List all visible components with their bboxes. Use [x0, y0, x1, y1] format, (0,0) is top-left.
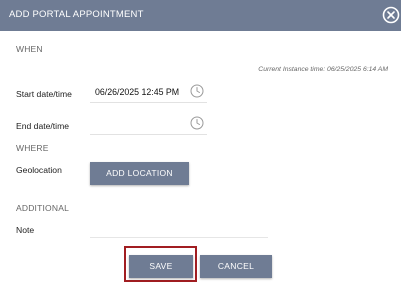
where-section-label: WHERE: [16, 143, 49, 153]
close-icon[interactable]: [382, 6, 400, 24]
add-location-button[interactable]: ADD LOCATION: [90, 162, 189, 185]
end-datetime-input[interactable]: [90, 114, 207, 135]
note-label: Note: [16, 225, 35, 235]
dialog-header: ADD PORTAL APPOINTMENT: [0, 0, 401, 31]
start-datetime-value: 06/26/2025 12:45 PM: [95, 87, 180, 97]
end-datetime-label: End date/time: [16, 121, 70, 131]
note-input[interactable]: [90, 236, 268, 238]
geolocation-label: Geolocation: [16, 165, 62, 175]
when-section-label: WHEN: [16, 44, 43, 54]
additional-section-label: ADDITIONAL: [16, 203, 70, 213]
save-button[interactable]: SAVE: [129, 255, 193, 278]
clock-icon[interactable]: [190, 84, 204, 98]
cancel-button[interactable]: CANCEL: [200, 255, 272, 278]
dialog-title: ADD PORTAL APPOINTMENT: [9, 9, 144, 20]
start-datetime-input[interactable]: 06/26/2025 12:45 PM: [90, 82, 207, 103]
clock-icon[interactable]: [190, 116, 204, 130]
current-instance-time: Current Instance time: 06/25/2025 6:14 A…: [258, 66, 388, 73]
start-datetime-label: Start date/time: [16, 89, 72, 99]
